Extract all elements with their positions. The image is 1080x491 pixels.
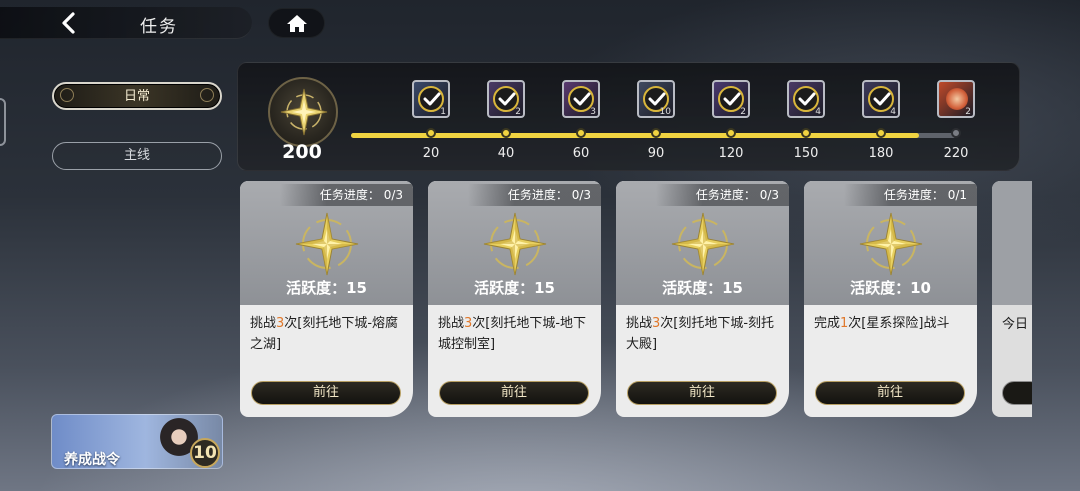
task-progress: 任务进度： 0/3 — [468, 184, 601, 206]
task-activity-points: 活跃度：10 — [850, 279, 931, 297]
reward-quantity: 4 — [815, 107, 821, 117]
milestone-node — [501, 128, 511, 138]
milestone-value: 180 — [868, 146, 894, 161]
task-description: 完成1次[星系探险]战斗 — [814, 316, 950, 331]
task-card-partial[interactable]: 今日 — [992, 181, 1032, 417]
reward-quantity: 2 — [515, 107, 521, 117]
reward-quantity: 10 — [659, 107, 671, 117]
milestone-value: 60 — [572, 146, 590, 161]
task-progress-label: 任务进度： — [883, 188, 944, 202]
milestone-value: 120 — [718, 146, 744, 161]
go-button[interactable]: 前往 — [815, 381, 965, 405]
milestone-reward: 4 180 — [851, 80, 911, 161]
task-description: 今日 — [1002, 317, 1029, 332]
milestone-value: 150 — [793, 146, 819, 161]
reward-chest[interactable]: 3 — [562, 80, 600, 118]
task-description: 挑战3次[刻托地下城-熔腐之湖] — [250, 316, 399, 352]
task-progress-value: 0/3 — [759, 188, 779, 202]
activity-progress-panel: 200 1 20 2 40 3 60 10 90 2 120 4 150 4 180 2 220 — [237, 62, 1020, 171]
battle-pass-button[interactable]: 养成战令 10 — [51, 414, 223, 469]
tab-ornament-icon — [60, 88, 74, 102]
reward-chest[interactable]: 4 — [862, 80, 900, 118]
side-panel-edge — [0, 98, 6, 146]
task-progress: 任务进度： 0/1 — [844, 184, 977, 206]
page-title: 任务 — [140, 17, 178, 37]
milestone-reward: 1 20 — [401, 80, 461, 161]
task-activity-points: 活跃度：15 — [662, 279, 743, 297]
top-bar: 任务 — [0, 7, 252, 39]
task-description: 挑战3次[刻托地下城-刻托大殿] — [626, 316, 775, 352]
reward-quantity: 1 — [440, 107, 446, 117]
reward-quantity: 3 — [590, 107, 596, 117]
milestone-reward: 10 90 — [626, 80, 686, 161]
reward-chest[interactable]: 2 — [712, 80, 750, 118]
task-progress: 任务进度： 0/3 — [280, 184, 413, 206]
task-activity-points: 活跃度：15 — [286, 279, 367, 297]
home-button[interactable] — [268, 8, 325, 38]
milestone-node — [801, 128, 811, 138]
compass-star-icon — [480, 209, 550, 283]
tab-main-quest[interactable]: 主线 — [52, 142, 222, 170]
task-card[interactable]: 任务进度： 0/1 活跃度：10 完成1次[星系探险]战斗前往 — [804, 181, 977, 417]
compass-star-icon — [856, 209, 926, 283]
back-arrow-icon[interactable] — [56, 11, 82, 35]
milestone-node — [876, 128, 886, 138]
activity-total: 200 — [282, 141, 322, 163]
tab-main-label: 主线 — [123, 148, 150, 163]
reward-quantity: 2 — [740, 107, 746, 117]
milestone-node — [576, 128, 586, 138]
compass-star-icon — [668, 209, 738, 283]
milestone-reward: 2 120 — [701, 80, 761, 161]
battle-pass-label: 养成战令 — [64, 452, 120, 468]
reward-chest[interactable]: 2 — [937, 80, 975, 118]
task-card[interactable]: 任务进度： 0/3 活跃度：15 挑战3次[刻托地下城-地下城控制室] 前往 — [428, 181, 601, 417]
activity-progress-fill — [351, 133, 919, 138]
milestone-reward: 4 150 — [776, 80, 836, 161]
home-icon — [287, 15, 307, 32]
task-activity-points: 活跃度：15 — [474, 279, 555, 297]
task-progress-value: 0/3 — [571, 188, 591, 202]
compass-star-icon — [292, 209, 362, 283]
reward-chest[interactable]: 1 — [412, 80, 450, 118]
task-progress-label: 任务进度： — [507, 188, 568, 202]
go-button[interactable]: 前往 — [439, 381, 589, 405]
task-description: 挑战3次[刻托地下城-地下城控制室] — [438, 316, 587, 352]
tab-daily[interactable]: 日常 — [52, 82, 222, 110]
reward-quantity: 2 — [965, 107, 971, 117]
task-progress-label: 任务进度： — [695, 188, 756, 202]
compass-star-emblem-icon — [268, 77, 338, 147]
reward-quantity: 4 — [890, 107, 896, 117]
milestone-node — [951, 128, 961, 138]
go-button[interactable]: 前往 — [251, 381, 401, 405]
go-button[interactable]: 前往 — [627, 381, 777, 405]
task-progress-value: 0/1 — [947, 188, 967, 202]
milestone-value: 220 — [943, 146, 969, 161]
milestone-node — [426, 128, 436, 138]
task-card[interactable]: 任务进度： 0/3 活跃度：15 挑战3次[刻托地下城-刻托大殿] 前往 — [616, 181, 789, 417]
milestone-value: 40 — [497, 146, 515, 161]
task-card[interactable]: 任务进度： 0/3 活跃度：15 挑战3次[刻托地下城-熔腐之湖] 前往 — [240, 181, 413, 417]
milestone-node — [726, 128, 736, 138]
battle-pass-level-badge: 10 — [190, 438, 220, 468]
milestone-value: 90 — [647, 146, 665, 161]
tab-daily-label: 日常 — [123, 89, 150, 104]
task-progress-value: 0/3 — [383, 188, 403, 202]
task-progress-label: 任务进度： — [319, 188, 380, 202]
reward-chest[interactable]: 2 — [487, 80, 525, 118]
milestone-reward: 2 220 — [926, 80, 986, 161]
reward-chest[interactable]: 10 — [637, 80, 675, 118]
milestone-reward: 3 60 — [551, 80, 611, 161]
milestone-value: 20 — [422, 146, 440, 161]
task-progress: 任务进度： 0/3 — [656, 184, 789, 206]
reward-chest[interactable]: 4 — [787, 80, 825, 118]
milestone-node — [651, 128, 661, 138]
milestone-reward: 2 40 — [476, 80, 536, 161]
tab-ornament-icon — [200, 88, 214, 102]
go-button[interactable] — [1002, 381, 1032, 405]
